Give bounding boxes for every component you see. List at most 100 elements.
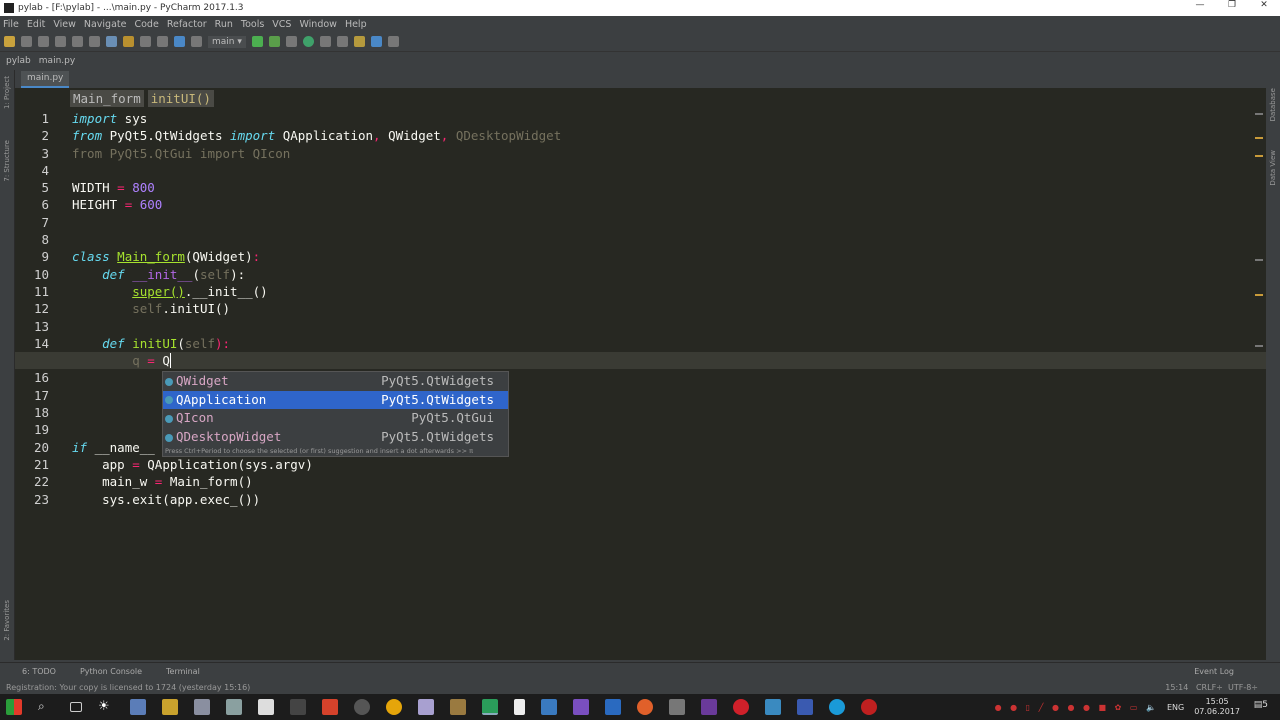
brightness-app-icon[interactable]: ☀: [98, 699, 114, 715]
menu-window[interactable]: Window: [299, 19, 336, 30]
code-line[interactable]: [72, 162, 1266, 179]
replace-icon[interactable]: [157, 36, 168, 47]
save-icon[interactable]: [21, 36, 32, 47]
code-line[interactable]: class Main_form(QWidget):: [72, 248, 1266, 265]
menu-code[interactable]: Code: [134, 19, 158, 30]
menu-edit[interactable]: Edit: [27, 19, 45, 30]
menu-view[interactable]: View: [53, 19, 76, 30]
clock[interactable]: 15:05 07.06.2017: [1194, 697, 1240, 717]
open-icon[interactable]: [4, 36, 15, 47]
pycharm-taskbar-icon[interactable]: [482, 699, 498, 715]
app-icon[interactable]: [226, 699, 242, 715]
code-line[interactable]: sys.exit(app.exec_()): [72, 491, 1266, 508]
structure-icon[interactable]: [387, 36, 399, 47]
line-separator[interactable]: CRLF÷: [1196, 683, 1223, 692]
app-icon[interactable]: [354, 699, 370, 715]
encoding[interactable]: UTF-8÷: [1228, 683, 1258, 692]
code-line[interactable]: WIDTH = 800: [72, 179, 1266, 196]
maximize-button[interactable]: ❐: [1216, 0, 1248, 10]
skype-icon[interactable]: [829, 699, 845, 715]
language-indicator[interactable]: ENG: [1167, 703, 1184, 712]
chrome-icon[interactable]: [637, 699, 653, 715]
error-stripe-mark[interactable]: [1255, 259, 1263, 261]
back-icon[interactable]: [174, 36, 185, 47]
stop-icon[interactable]: [336, 36, 348, 47]
opera-icon[interactable]: [733, 699, 749, 715]
completion-item[interactable]: QDesktopWidget PyQt5.QtWidgets: [163, 428, 508, 447]
copy-icon[interactable]: [106, 36, 117, 47]
caret-position[interactable]: 15:14: [1165, 683, 1188, 692]
menu-help[interactable]: Help: [345, 19, 367, 30]
sync-icon[interactable]: [38, 36, 49, 47]
event-log-button[interactable]: Event Log: [1194, 667, 1234, 676]
app-icon[interactable]: [322, 699, 338, 715]
app-icon[interactable]: [797, 699, 813, 715]
todo-tool-button[interactable]: 6: TODO: [22, 667, 56, 676]
completion-item[interactable]: QApplication PyQt5.QtWidgets: [163, 390, 508, 410]
error-stripe-mark[interactable]: [1255, 345, 1263, 347]
notifications-icon[interactable]: ▤5: [1254, 700, 1268, 710]
help-icon[interactable]: [370, 36, 382, 47]
app-icon[interactable]: [669, 699, 685, 715]
menu-refactor[interactable]: Refactor: [167, 19, 207, 30]
build-icon[interactable]: [319, 36, 331, 47]
app-icon[interactable]: [765, 699, 781, 715]
database-tool-button[interactable]: Database: [1269, 88, 1277, 121]
nav-project[interactable]: pylab: [6, 56, 31, 66]
calculator-icon[interactable]: [258, 699, 274, 715]
code-line[interactable]: app = QApplication(sys.argv): [72, 456, 1266, 473]
completion-item[interactable]: QIcon PyQt5.QtGui: [163, 409, 508, 428]
terminal-button[interactable]: Terminal: [166, 667, 200, 676]
code-line[interactable]: q = Q: [15, 352, 1266, 370]
menu-vcs[interactable]: VCS: [272, 19, 291, 30]
virtualbox-icon[interactable]: [130, 699, 146, 715]
menu-file[interactable]: File: [3, 19, 19, 30]
find-icon[interactable]: [140, 36, 151, 47]
menu-navigate[interactable]: Navigate: [84, 19, 127, 30]
breadcrumb-method[interactable]: initUI(): [147, 90, 214, 107]
profile-icon[interactable]: [302, 36, 314, 47]
code-line[interactable]: self.initUI(): [72, 300, 1266, 317]
error-stripe-mark[interactable]: [1255, 137, 1263, 139]
headphones-icon[interactable]: [290, 699, 306, 715]
search-icon[interactable]: ⌕: [38, 699, 54, 715]
completion-item[interactable]: QWidget PyQt5.QtWidgets: [163, 372, 508, 391]
paint-icon[interactable]: [194, 699, 210, 715]
photoshop-icon[interactable]: [605, 699, 621, 715]
breadcrumb-class[interactable]: Main_form: [70, 90, 144, 107]
code-line[interactable]: HEIGHT = 600: [72, 196, 1266, 213]
code-line[interactable]: [72, 214, 1266, 231]
app-icon[interactable]: [541, 699, 557, 715]
error-stripe-mark[interactable]: [1255, 155, 1263, 157]
structure-tool-button[interactable]: 7: Structure: [3, 140, 11, 182]
code-line[interactable]: import sys: [72, 110, 1266, 127]
app-icon[interactable]: [701, 699, 717, 715]
code-line[interactable]: super().__init__(): [72, 283, 1266, 300]
minimize-button[interactable]: —: [1184, 0, 1216, 10]
forward-icon[interactable]: [191, 36, 202, 47]
app-icon[interactable]: [162, 699, 178, 715]
redo-icon[interactable]: [72, 36, 83, 47]
visual-studio-icon[interactable]: [573, 699, 589, 715]
nav-file[interactable]: main.py: [39, 56, 75, 66]
app-icon[interactable]: [450, 699, 466, 715]
code-line[interactable]: main_w = Main_form(): [72, 473, 1266, 490]
code-line[interactable]: from PyQt5.QtWidgets import QApplication…: [72, 127, 1266, 144]
menu-tools[interactable]: Tools: [241, 19, 264, 30]
coverage-icon[interactable]: [285, 36, 297, 47]
code-line[interactable]: def initUI(self):: [72, 335, 1266, 352]
undo-icon[interactable]: [55, 36, 66, 47]
task-view-icon[interactable]: [70, 702, 82, 712]
code-line[interactable]: [72, 318, 1266, 335]
code-line[interactable]: def __init__(self):: [72, 266, 1266, 283]
settings-icon[interactable]: [353, 36, 365, 47]
menu-run[interactable]: Run: [215, 19, 233, 30]
run-icon[interactable]: [251, 36, 263, 47]
dataview-tool-button[interactable]: Data View: [1269, 150, 1277, 186]
app-icon[interactable]: [386, 699, 402, 715]
paste-icon[interactable]: [123, 36, 134, 47]
python-console-button[interactable]: Python Console: [80, 667, 142, 676]
tab-main-py[interactable]: main.py: [21, 71, 70, 88]
debug-icon[interactable]: [268, 36, 280, 47]
start-icon[interactable]: [6, 699, 22, 715]
